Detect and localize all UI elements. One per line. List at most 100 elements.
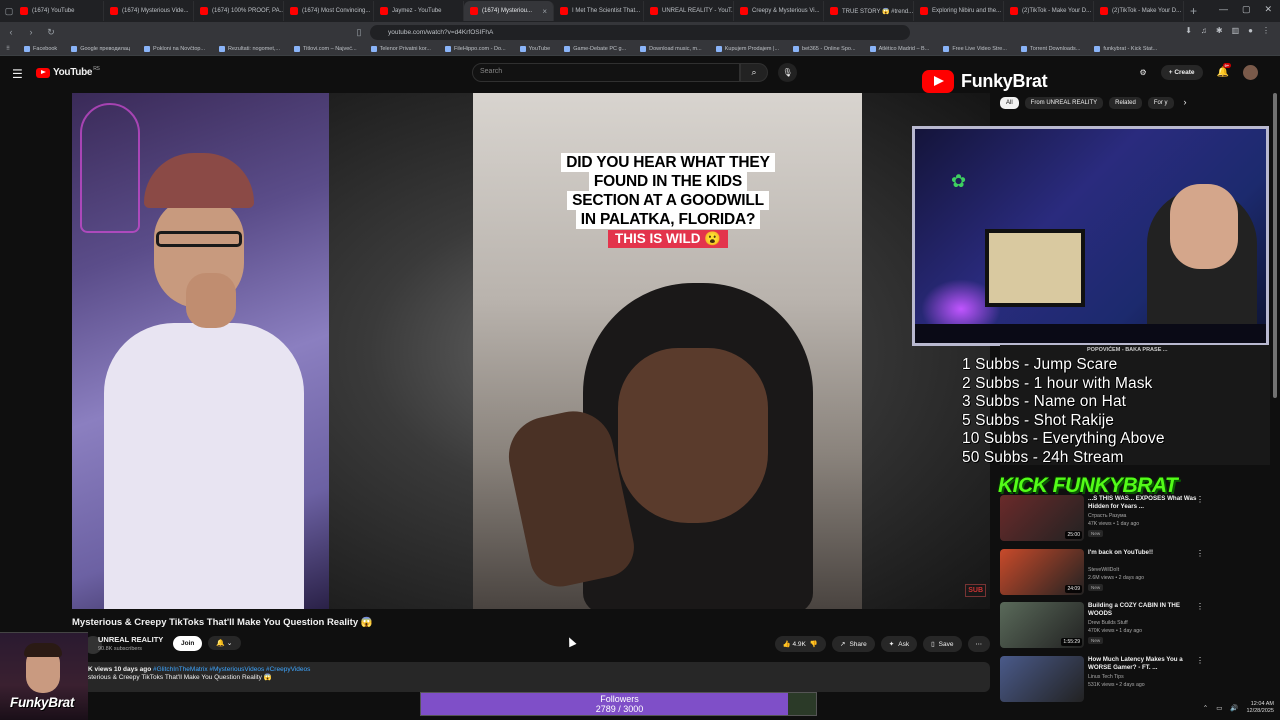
browser-tab[interactable]: (2)TikTok - Make Your D... — [1094, 1, 1184, 21]
forward-icon[interactable]: › — [26, 27, 36, 37]
save-button[interactable]: ▯ Save — [923, 636, 962, 652]
sidebar-icon[interactable]: ▥ — [1232, 26, 1240, 35]
share-button[interactable]: ↗ Share — [831, 636, 875, 652]
tab-label: (2)TikTok - Make Your D... — [1022, 8, 1092, 14]
join-button[interactable]: Join — [173, 636, 203, 651]
more-actions-button[interactable]: ⋯ — [967, 636, 990, 652]
share-label: Share — [849, 640, 867, 648]
bookmark-item[interactable]: Game-Debate PC g... — [564, 45, 626, 52]
browser-tab[interactable]: Jaymez - YouTube — [374, 1, 464, 21]
browser-tab[interactable]: (1674) Mysteriou... × — [464, 1, 554, 21]
new-tab-icon[interactable]: + — [1184, 4, 1203, 18]
recommendation-thumbnail[interactable]: 24:09 — [1000, 549, 1084, 595]
bookmark-item[interactable]: Google преводилац — [71, 45, 130, 52]
bookmark-item[interactable]: Titlovi.com – Najveć... — [294, 45, 357, 52]
volume-icon[interactable]: 🔊 — [1230, 704, 1238, 712]
recommendation-item[interactable]: How Much Latency Makes You a WORSE Gamer… — [1000, 656, 1270, 706]
browser-tab[interactable]: (1674) Most Convincing... — [284, 1, 374, 21]
browser-tab[interactable]: Creepy & Mysterious Vi... — [734, 1, 824, 21]
bookmark-item[interactable]: Torrent Downloads... — [1020, 45, 1080, 52]
search-button[interactable]: ⌕ — [740, 63, 768, 82]
notifications-button[interactable]: 🔔 9+ — [1217, 63, 1232, 78]
bell-icon: 🔔 — [216, 640, 225, 647]
bookmark-icon[interactable]: ▯ — [354, 27, 364, 38]
tray-arrow-icon[interactable]: ⌃ — [1203, 704, 1208, 712]
gear-icon[interactable]: ⚙ — [1140, 68, 1147, 77]
bookmark-item[interactable]: bet365 - Online Spo... — [793, 45, 856, 52]
recommendation-thumbnail[interactable] — [1000, 656, 1084, 702]
browser-tab[interactable]: TRUE STORY 😱 #trend... — [824, 1, 914, 21]
recommendation-thumbnail[interactable]: 1:55:29 — [1000, 602, 1084, 648]
tab-favicon-icon — [470, 7, 478, 15]
filter-chip[interactable]: All — [1000, 97, 1019, 109]
browser-tab[interactable]: (2)TikTok - Make Your D... — [1004, 1, 1094, 21]
bookmark-item[interactable]: YouTube — [519, 45, 550, 52]
bookmark-item[interactable]: Telenor Privatni kor... — [370, 45, 431, 52]
clock[interactable]: 12:04 AM 12/28/2025 — [1246, 701, 1274, 715]
recommendation-item[interactable]: 25:00 ...S THIS WAS... EXPOSES What Was H… — [1000, 495, 1270, 545]
search-input[interactable]: Search — [472, 63, 740, 82]
chevron-right-icon[interactable]: › — [1184, 97, 1187, 109]
hamburger-menu-icon[interactable]: ☰ — [12, 67, 23, 81]
menu-icon[interactable]: ⋮ — [1262, 26, 1270, 35]
thumbs-down-icon: 👎 — [809, 641, 818, 648]
browser-tab[interactable]: (1674) Mysterious Vide... — [104, 1, 194, 21]
region-code: RS — [93, 65, 100, 72]
filter-chip[interactable]: For y — [1147, 97, 1174, 109]
recommendation-thumbnail[interactable]: 25:00 — [1000, 495, 1084, 541]
profile-icon[interactable]: ● — [1248, 26, 1253, 35]
account-avatar[interactable] — [1243, 65, 1258, 80]
description-box[interactable]: K views 10 days ago #GlitchInTheMatrix #… — [72, 662, 990, 692]
create-button[interactable]: + Create — [1160, 65, 1203, 80]
puzzle-icon[interactable]: ✱ — [1216, 26, 1223, 35]
channel-name[interactable]: UNREAL REALITY — [98, 635, 163, 644]
tab-search-icon[interactable]: ▢ — [4, 6, 14, 17]
address-bar[interactable]: youtube.com/watch?v=d4KrfOSIFhA — [370, 25, 910, 40]
apps-icon[interactable]: ⠿ — [6, 46, 10, 52]
browser-tab[interactable]: I Met The Scientist That... — [554, 1, 644, 21]
maximize-icon[interactable]: ▢ — [1242, 4, 1251, 15]
bookmark-item[interactable]: Kupujem Prodajem |... — [715, 45, 779, 52]
minimize-icon[interactable]: — — [1219, 4, 1228, 15]
filter-chip[interactable]: From UNREAL REALITY — [1024, 97, 1104, 109]
browser-tab[interactable]: UNREAL REALITY - YouT... — [644, 1, 734, 21]
bookmark-item[interactable]: Download music, m... — [640, 45, 702, 52]
more-options-icon[interactable]: ⋮ — [1196, 495, 1204, 504]
youtube-logo[interactable]: YouTube RS — [36, 65, 100, 78]
browser-tab[interactable]: (1674) 100% PROOF, PA... — [194, 1, 284, 21]
more-options-icon[interactable]: ⋮ — [1196, 602, 1204, 611]
recommendation-item[interactable]: 1:55:29 Building a COZY CABIN IN THE WOOD… — [1000, 602, 1270, 652]
back-icon[interactable]: ‹ — [6, 27, 16, 37]
more-options-icon[interactable]: ⋮ — [1196, 656, 1204, 665]
bookmark-label: Pokloni na Novčtop... — [153, 45, 206, 52]
browser-tab[interactable]: (1674) YouTube — [14, 1, 104, 21]
bookmark-item[interactable]: Free Live Video Stre... — [943, 45, 1007, 52]
voice-search-button[interactable]: 🎙 — [778, 63, 797, 82]
sub-goals-overlay: 1 Subbs - Jump Scare 2 Subbs - 1 hour wit… — [962, 356, 1252, 467]
like-button[interactable]: 👍 4.9K — [783, 640, 806, 648]
close-icon[interactable]: ✕ — [1264, 4, 1272, 15]
filter-chip[interactable]: Related — [1109, 97, 1142, 109]
reload-icon[interactable]: ↻ — [46, 27, 56, 38]
sidebar-scrollbar[interactable] — [1273, 93, 1277, 398]
tab-favicon-icon — [920, 7, 928, 15]
music-icon[interactable]: ♫ — [1201, 26, 1207, 35]
bookmark-item[interactable]: Rezultati: nogomet,... — [219, 45, 280, 52]
dislike-button[interactable]: 👎 — [810, 640, 818, 648]
bookmark-item[interactable]: funkybrat - Kick Stat... — [1094, 45, 1157, 52]
bookmark-item[interactable]: Facebook — [24, 45, 57, 52]
bookmark-item[interactable]: Pokloni na Novčtop... — [144, 45, 206, 52]
video-player[interactable]: DID YOU HEAR WHAT THEY FOUND IN THE KIDS S… — [72, 93, 990, 609]
network-icon[interactable]: ▭ — [1216, 704, 1222, 712]
subscription-bell-button[interactable]: 🔔 ⌄ — [208, 636, 241, 650]
bookmark-item[interactable]: FileHippo.com - Do... — [444, 45, 506, 52]
subscribe-watermark[interactable]: SUB — [965, 584, 986, 597]
hashtags[interactable]: #GlitchInTheMatrix #MysteriousVideos #Cr… — [153, 666, 310, 673]
ask-button[interactable]: ✦ Ask — [880, 636, 918, 652]
recommendation-item[interactable]: 24:09 I'm back on YouTube!! SteveWillDoIt 2… — [1000, 549, 1270, 599]
close-tab-icon[interactable]: × — [542, 7, 547, 16]
browser-tab[interactable]: Exploring Nibiru and the... — [914, 1, 1004, 21]
more-options-icon[interactable]: ⋮ — [1196, 549, 1204, 558]
download-icon[interactable]: ⬇ — [1185, 26, 1192, 35]
bookmark-item[interactable]: Atlético Madrid – B... — [869, 45, 929, 52]
